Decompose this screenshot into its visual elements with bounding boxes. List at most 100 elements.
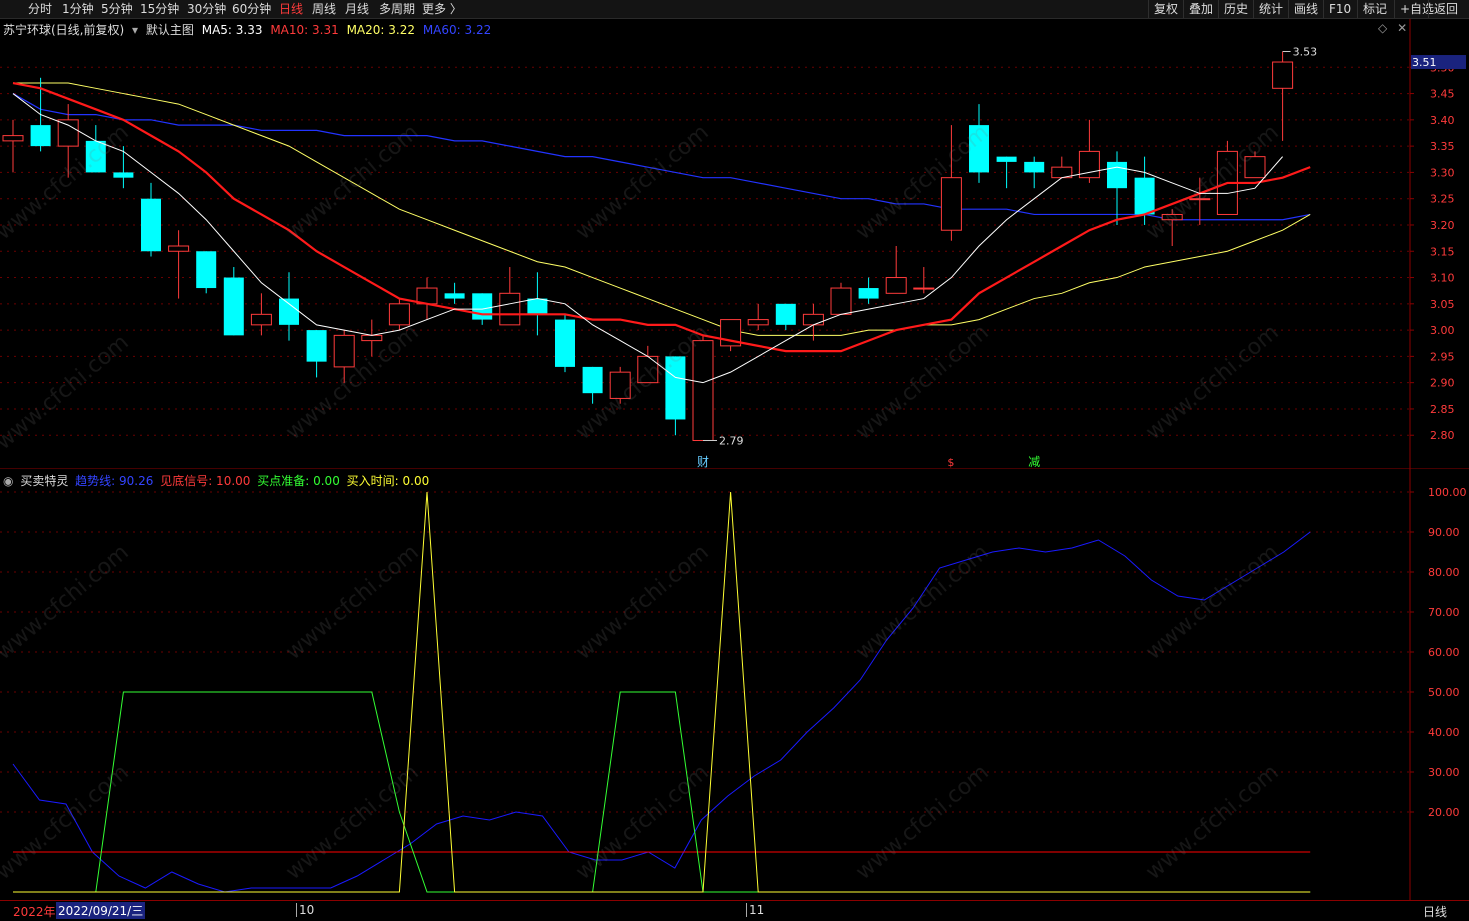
candle-body (830, 287, 852, 315)
period-tab-6[interactable]: 日线 (279, 1, 303, 17)
candle-body (996, 156, 1017, 162)
period-tab-4[interactable]: 30分钟 (187, 1, 226, 17)
toolbar-button-6[interactable]: 标记 (1357, 0, 1392, 18)
candle-body (306, 330, 327, 362)
y-tick-label: 3.25 (1430, 193, 1455, 206)
period-tab-7[interactable]: 周线 (312, 1, 336, 17)
price-chart: 2.80 2.85 2.90 2.95 3.00 3.05 3.10 3.15 3.20 3.25… (0, 19, 1469, 469)
candle-body (1272, 61, 1294, 89)
y-tick-label: 3.20 (1430, 219, 1455, 232)
y-tick-label: 2.80 (1430, 429, 1455, 442)
candle-body (2, 135, 24, 142)
y-tick-label: 3.45 (1430, 88, 1455, 101)
period-tab-5[interactable]: 60分钟 (232, 1, 271, 17)
period-tab-9[interactable]: 多周期 (379, 1, 415, 17)
ma60-line (12, 93, 1311, 221)
candle-body (223, 277, 244, 336)
toolbar-button-5[interactable]: F10 (1323, 0, 1356, 18)
period-tab-3[interactable]: 15分钟 (140, 1, 179, 17)
candle-body (1189, 198, 1211, 201)
time-axis-bar: 2022年 2022/09/21/三 10 11 日线 (0, 900, 1469, 921)
candle-body (527, 298, 548, 315)
candle-body (85, 140, 106, 173)
candle-body (141, 198, 161, 252)
period-tab-0[interactable]: 分时 (28, 1, 52, 17)
y-tick-label: 3.05 (1430, 298, 1455, 311)
low-label: 2.79 (719, 434, 744, 447)
candle-body (444, 293, 465, 299)
period-tab-1[interactable]: 1分钟 (62, 1, 94, 17)
y-tick-label: 3.40 (1430, 114, 1455, 127)
candle-body (499, 292, 521, 326)
y-tick-label: 50.00 (1428, 686, 1460, 699)
toolbar-button-0[interactable]: 复权 (1148, 0, 1183, 18)
marker-s: $ (947, 456, 954, 469)
y-tick-label: 40.00 (1428, 726, 1460, 739)
candle-body (969, 125, 989, 173)
ma20-line (13, 82, 1311, 336)
candle-body (1161, 213, 1183, 221)
candle-body (30, 125, 51, 147)
candle-body (747, 319, 769, 326)
candle-body (168, 245, 190, 252)
y-tick-label: 2.90 (1430, 377, 1455, 390)
candle-body (692, 340, 714, 441)
last-price-label: 3.51 (1412, 56, 1437, 69)
high-label: 3.53 (1293, 46, 1318, 59)
month-nov-label: 11 (746, 903, 764, 917)
candle-body (858, 288, 879, 299)
toolbar-button-8[interactable]: 返回 (1428, 0, 1463, 18)
candle-body (1244, 156, 1266, 179)
period-tab-10[interactable]: 更多 〉 (422, 1, 462, 17)
year-label: 2022年 (13, 905, 56, 919)
candle-body (609, 371, 631, 399)
candle-body (802, 313, 824, 326)
toolbar-button-4[interactable]: 画线 (1288, 0, 1323, 18)
candle-body (582, 366, 603, 394)
candle-body (940, 177, 962, 231)
y-tick-label: 20.00 (1428, 806, 1460, 819)
ma10-line (12, 81, 1311, 353)
y-tick-label: 3.35 (1430, 140, 1455, 153)
y-tick-label: 30.00 (1428, 766, 1460, 779)
candle-body (250, 313, 272, 326)
candle-body (361, 334, 383, 342)
y-tick-label: 100.00 (1428, 486, 1467, 499)
period-tab-2[interactable]: 5分钟 (101, 1, 133, 17)
month-oct-label: 10 (296, 903, 314, 917)
candle-body (1107, 161, 1127, 189)
candle-body (196, 251, 217, 289)
candle-body (555, 319, 575, 367)
trend-line (12, 531, 1311, 893)
y-tick-label: 3.15 (1430, 245, 1455, 258)
period-tab-8[interactable]: 月线 (345, 1, 369, 17)
toolbar-button-1[interactable]: 叠加 (1183, 0, 1218, 18)
candle-body (775, 303, 796, 325)
y-tick-label: 3.00 (1430, 324, 1455, 337)
toolbar-button-2[interactable]: 历史 (1218, 0, 1253, 18)
marker-jian: 减 (1028, 455, 1040, 469)
y-tick-label: 2.95 (1430, 350, 1455, 363)
buy-prep-line (13, 691, 1311, 893)
y-tick-label: 3.10 (1430, 272, 1455, 285)
y-tick-label: 2.85 (1430, 403, 1455, 416)
indicator-chart: 20.00 30.00 40.00 50.00 60.00 70.00 80.00 90.00… (0, 469, 1467, 900)
y-tick-label: 60.00 (1428, 646, 1460, 659)
y-tick-label: 80.00 (1428, 566, 1460, 579)
candle-body (472, 293, 493, 320)
toolbar-button-3[interactable]: 统计 (1253, 0, 1288, 18)
period-label[interactable]: 日线 (1423, 903, 1447, 920)
candle-body (113, 172, 134, 178)
marker-cai: 财 (697, 455, 709, 469)
candle-body (913, 287, 935, 290)
y-tick-label: 70.00 (1428, 606, 1460, 619)
candle-body (665, 356, 686, 420)
y-tick-label: 3.30 (1430, 166, 1455, 179)
date-label: 2022/09/21/三 (56, 902, 146, 919)
candle-body (1024, 161, 1045, 173)
period-toolbar: 分时 1分钟 5分钟 15分钟 30分钟 60分钟 日线 周线 月线 多周期 更多 〉 复权 叠加 历史统… (0, 0, 1469, 19)
y-tick-label: 90.00 (1428, 526, 1460, 539)
candle-body (57, 119, 79, 147)
candle-body (885, 277, 907, 294)
candle-body (388, 303, 410, 326)
